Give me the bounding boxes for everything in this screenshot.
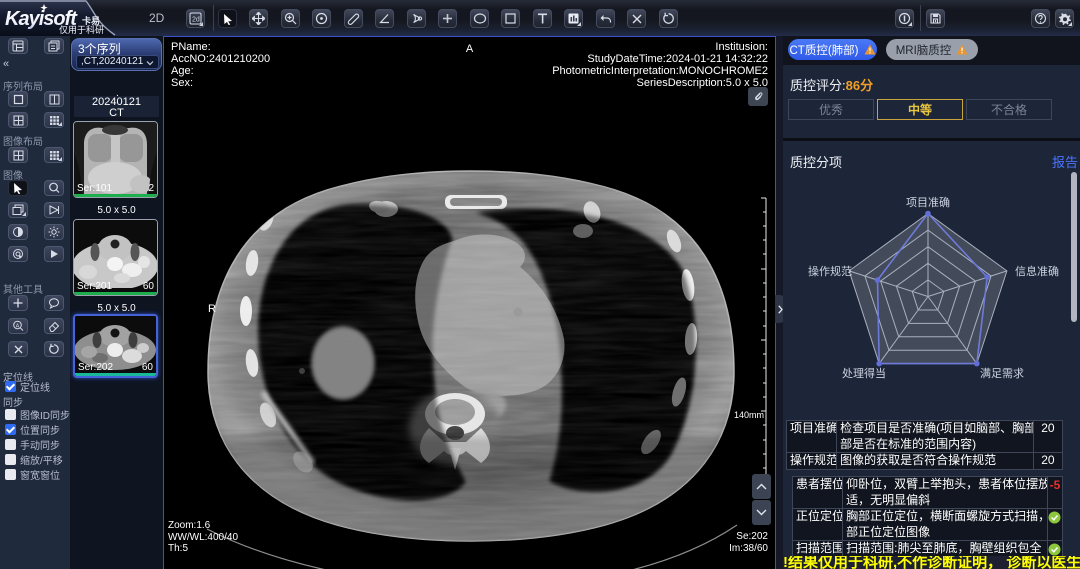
svg-text:仅用于科研: 仅用于科研	[59, 24, 104, 35]
svg-text:A: A	[16, 323, 20, 329]
